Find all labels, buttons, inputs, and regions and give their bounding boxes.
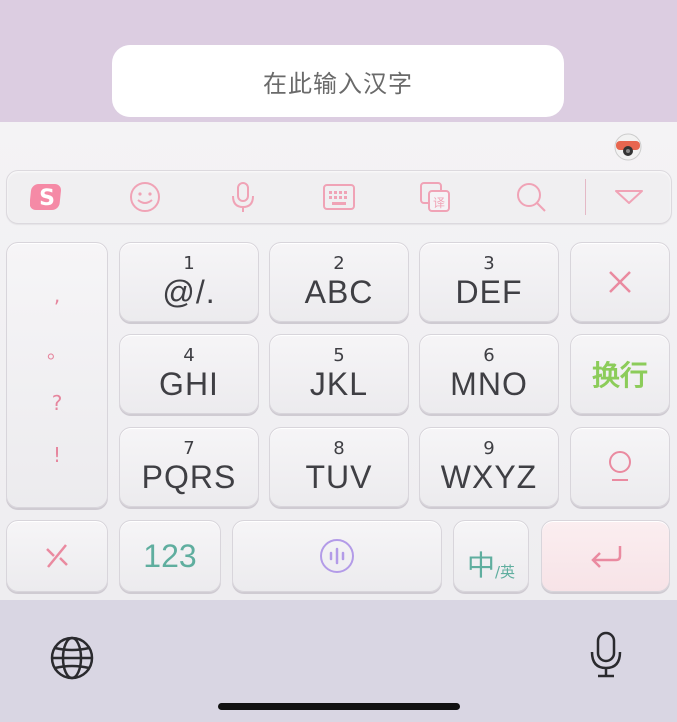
key-5[interactable]: 5 JKL	[269, 334, 409, 414]
zero-bulb-icon	[609, 451, 631, 481]
lang-switch-button[interactable]: 中 /英	[453, 520, 529, 592]
voice-wave-icon	[320, 539, 354, 573]
svg-text:S: S	[39, 186, 55, 211]
collapse-icon[interactable]	[611, 179, 647, 215]
globe-icon[interactable]	[49, 635, 95, 681]
punct-question[interactable]: ?	[52, 391, 63, 415]
punctuation-column[interactable]: , 。 ? !	[6, 242, 108, 508]
key-9-number: 9	[483, 438, 495, 459]
lang-sub-label: /英	[494, 563, 516, 581]
text-input-field[interactable]: 在此输入汉字	[112, 45, 564, 117]
key-9-letters: WXYZ	[440, 459, 538, 495]
delete-button[interactable]	[570, 242, 670, 322]
key-1-number: 1	[183, 253, 195, 274]
key-8-letters: TUV	[305, 459, 373, 495]
lang-main-label: 中	[466, 549, 495, 582]
symbol-button[interactable]	[6, 520, 108, 592]
numbers-label: 123	[143, 537, 197, 574]
key-7-number: 7	[183, 438, 195, 459]
candidate-toolbar: S 译	[6, 170, 672, 224]
key-5-number: 5	[333, 345, 345, 366]
punct-exclaim[interactable]: !	[53, 443, 61, 467]
toolbar-divider	[585, 179, 586, 215]
return-arrow-icon	[590, 546, 621, 568]
punct-period[interactable]: 。	[47, 335, 67, 364]
key-3[interactable]: 3 DEF	[419, 242, 559, 322]
voice-icon[interactable]	[225, 179, 261, 215]
keyboard-icon[interactable]	[321, 179, 357, 215]
key-7[interactable]: 7 PQRS	[119, 427, 259, 507]
enter-button[interactable]	[541, 520, 670, 592]
home-indicator[interactable]	[218, 703, 460, 710]
key-1-letters: @/.	[162, 274, 216, 310]
key-7-letters: PQRS	[141, 459, 237, 495]
zero-key[interactable]	[570, 427, 670, 507]
punct-comma[interactable]: ,	[54, 283, 60, 307]
key-3-letters: DEF	[455, 274, 523, 310]
key-6[interactable]: 6 MNO	[419, 334, 559, 414]
translate-icon[interactable]: 译	[417, 179, 453, 215]
key-2[interactable]: 2 ABC	[269, 242, 409, 322]
delete-x-icon	[609, 271, 631, 293]
dictation-mic-icon[interactable]	[586, 630, 626, 680]
search-icon[interactable]	[513, 179, 549, 215]
newline-button[interactable]: 换行	[570, 334, 670, 414]
key-4-number: 4	[183, 345, 195, 366]
key-4[interactable]: 4 GHI	[119, 334, 259, 414]
key-2-letters: ABC	[304, 274, 374, 310]
space-button[interactable]	[232, 520, 442, 592]
key-4-letters: GHI	[159, 366, 219, 402]
symbol-percent-icon	[46, 544, 68, 568]
newline-label: 换行	[591, 359, 648, 392]
svg-text:译: 译	[433, 196, 445, 210]
key-6-letters: MNO	[450, 366, 528, 402]
key-8-number: 8	[333, 438, 345, 459]
sogou-logo-icon[interactable]: S	[29, 179, 65, 215]
mascot-skin-icon[interactable]	[612, 130, 644, 162]
key-8[interactable]: 8 TUV	[269, 427, 409, 507]
key-5-letters: JKL	[309, 366, 369, 402]
key-1[interactable]: 1 @/.	[119, 242, 259, 322]
numbers-button[interactable]: 123	[119, 520, 221, 592]
key-6-number: 6	[483, 345, 495, 366]
key-2-number: 2	[333, 253, 345, 274]
key-3-number: 3	[483, 253, 495, 274]
emoji-icon[interactable]	[127, 179, 163, 215]
key-9[interactable]: 9 WXYZ	[419, 427, 559, 507]
